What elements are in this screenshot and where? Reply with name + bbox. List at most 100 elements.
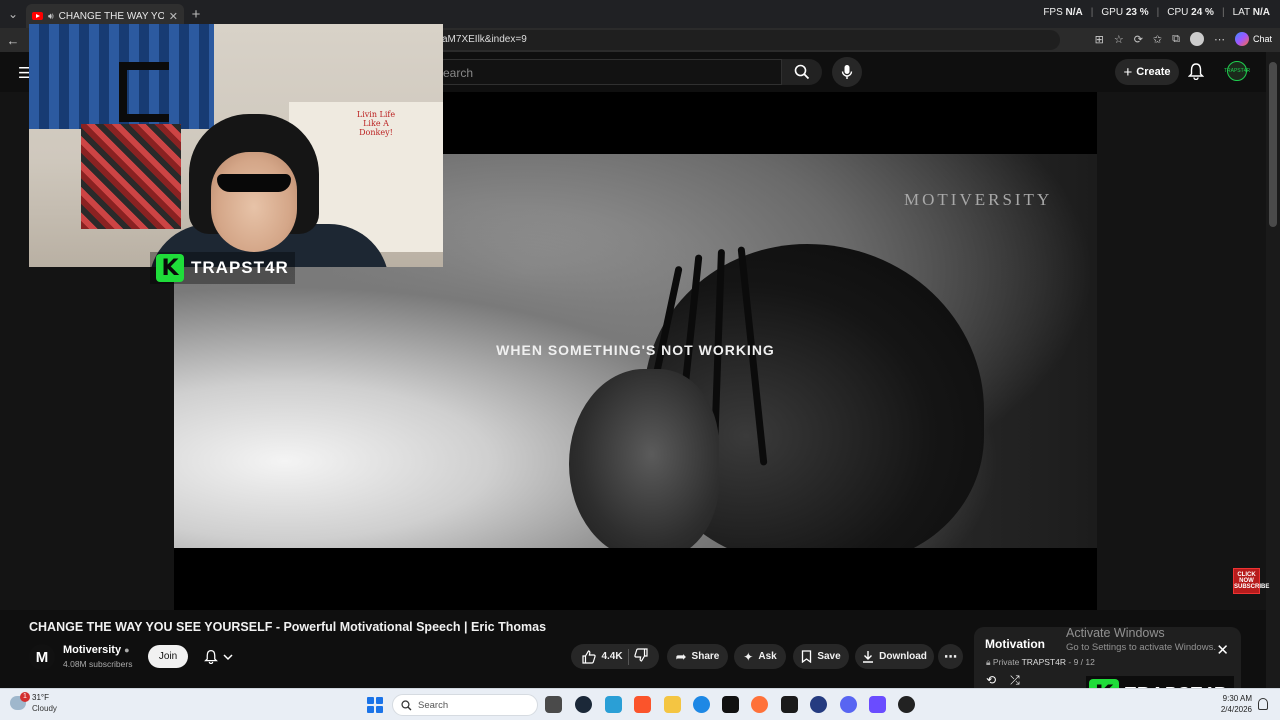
download-icon <box>863 651 874 663</box>
taskbar-search[interactable]: Search <box>392 694 538 716</box>
scroll-thumb[interactable] <box>1269 62 1277 227</box>
notification-center-icon[interactable] <box>1258 698 1268 710</box>
chat-label: Chat <box>1252 34 1272 44</box>
more-menu-icon[interactable]: ⋯ <box>1214 33 1225 46</box>
more-horizontal-icon: ⋯ <box>944 648 957 664</box>
shuffle-icon[interactable]: ⤮ <box>1010 673 1020 688</box>
account-avatar[interactable]: TRAPST4R <box>1224 61 1250 81</box>
discord-icon[interactable] <box>840 696 857 713</box>
youtube-favicon-icon <box>32 12 43 20</box>
sunglasses <box>217 174 291 192</box>
calendar-app-icon[interactable] <box>869 696 886 713</box>
download-button[interactable]: Download <box>855 644 934 669</box>
clock-time: 9:30 AM <box>1222 694 1252 703</box>
cloud-icon: 1 <box>10 692 30 710</box>
save-button[interactable]: Save <box>793 644 849 669</box>
save-label: Save <box>817 651 841 662</box>
latency-stat: LAT N/A <box>1232 7 1270 18</box>
share-button[interactable]: ➦ Share <box>667 644 728 669</box>
taskbar-search-label: Search <box>418 699 449 711</box>
loop-icon[interactable]: ⟲ <box>986 673 996 688</box>
video-title: CHANGE THE WAY YOU SEE YOURSELF - Powerf… <box>29 620 547 634</box>
share-label: Share <box>691 651 720 662</box>
notifications-button[interactable] <box>1187 62 1205 85</box>
task-view-icon[interactable] <box>545 696 562 713</box>
speaker-icon[interactable]: 🔊︎ <box>48 11 54 22</box>
create-button[interactable]: + Create <box>1115 59 1179 85</box>
favorite-star-icon[interactable]: ☆ <box>1114 33 1124 46</box>
start-windows-icon[interactable] <box>367 697 383 713</box>
edge-icon[interactable] <box>693 696 710 713</box>
bell-icon <box>1187 63 1205 81</box>
ask-button[interactable]: ✦ Ask <box>734 644 786 669</box>
copilot-chat-button[interactable]: Chat <box>1234 32 1272 46</box>
speaker-face <box>569 369 719 548</box>
url-field[interactable]: aM7XEIlk&index=9 <box>436 30 1060 50</box>
lock-icon: 🔒︎ <box>986 657 991 667</box>
like-dislike-group: 4.4K <box>571 644 659 669</box>
more-actions-button[interactable]: ⋯ <box>938 644 963 669</box>
playlist-title[interactable]: Motivation <box>985 637 1045 651</box>
streamer-webcam-overlay: Livin Life Like A Donkey! <box>29 24 443 267</box>
weather-widget[interactable]: 1 31°F Cloudy <box>10 692 57 714</box>
subscription-bell-button[interactable] <box>194 645 242 668</box>
plus-icon: + <box>1123 63 1133 81</box>
voice-search-button[interactable] <box>832 57 862 87</box>
steam-icon[interactable] <box>575 696 592 713</box>
app-icon[interactable] <box>810 696 827 713</box>
like-button[interactable]: 4.4K <box>582 649 623 664</box>
weather-temperature: 31°F <box>32 693 49 702</box>
wall-poster-collage <box>81 124 181 229</box>
split-screen-icon[interactable]: ⊞ <box>1095 33 1104 46</box>
thumbs-up-icon <box>582 649 597 664</box>
brave-icon[interactable] <box>634 696 651 713</box>
firefox-icon[interactable] <box>751 696 768 713</box>
create-label: Create <box>1136 66 1171 78</box>
search-button[interactable] <box>782 59 822 85</box>
kick-logo-icon: K <box>156 254 184 282</box>
activation-subtext: Go to Settings to activate Windows. <box>1066 642 1216 653</box>
search-input[interactable]: earch <box>432 59 782 85</box>
fps-stat: FPS N/A <box>1043 7 1083 18</box>
windows-taskbar: 1 31°F Cloudy Search 9:30 AM 2/4/2026 <box>0 688 1280 720</box>
playlist-controls: ⟲ ⤮ <box>986 673 1020 688</box>
favorites-bar-icon[interactable]: ✩ <box>1153 33 1162 46</box>
chevron-down-icon <box>222 653 233 660</box>
new-tab-icon[interactable]: + <box>184 6 208 23</box>
back-arrow-icon[interactable]: ← <box>0 33 26 48</box>
page-scrollbar[interactable] <box>1266 52 1280 688</box>
nvidia-icon[interactable] <box>781 696 798 713</box>
playlist-owner[interactable]: TRAPST4R <box>1022 657 1066 667</box>
sparkle-icon: ✦ <box>743 649 754 664</box>
screen: ⌄ 🔊︎ CHANGE THE WAY YOU SEE Y ✕ + FPS N/… <box>0 0 1280 720</box>
thumbs-down-icon <box>633 648 648 662</box>
notepad-icon[interactable] <box>605 696 622 713</box>
windows-activation-watermark: Activate Windows Go to Settings to activ… <box>1066 626 1216 653</box>
file-explorer-icon[interactable] <box>664 696 681 713</box>
taskbar-clock[interactable]: 9:30 AM 2/4/2026 <box>1218 693 1252 715</box>
dislike-button[interactable] <box>633 648 648 665</box>
join-button[interactable]: Join <box>148 645 188 668</box>
obs-icon[interactable] <box>898 696 915 713</box>
tiktok-icon[interactable] <box>722 696 739 713</box>
ask-label: Ask <box>758 651 777 662</box>
share-arrow-icon: ➦ <box>675 648 687 664</box>
close-tab-icon[interactable]: ✕ <box>169 10 178 23</box>
weather-condition: Cloudy <box>32 704 57 713</box>
cpu-stat: CPU 24 % <box>1167 7 1214 18</box>
webcam-name-tag: K TRAPST4R <box>150 252 295 284</box>
weather-badge: 1 <box>20 692 30 702</box>
channel-avatar[interactable]: M <box>29 644 55 670</box>
profile-avatar-icon[interactable] <box>1189 32 1204 46</box>
tab-actions-chevron-icon[interactable]: ⌄ <box>0 0 26 28</box>
subscribe-overlay-badge[interactable]: CLICK NOW SUBSCRIBE <box>1233 568 1269 594</box>
clock-date: 2/4/2026 <box>1220 705 1252 714</box>
subscriber-count: 4.08M subscribers <box>63 659 133 669</box>
performance-overlay: FPS N/A | GPU 23 % | CPU 24 % | LAT N/A <box>1043 7 1270 18</box>
extensions-icon[interactable]: ⟳ <box>1134 33 1143 46</box>
channel-name[interactable]: Motiversity ● <box>63 644 130 656</box>
search-icon <box>401 699 412 710</box>
collections-icon[interactable]: ⧉ <box>1172 33 1180 46</box>
close-icon[interactable]: ✕ <box>1216 641 1229 659</box>
verified-check-icon: ● <box>124 645 130 655</box>
